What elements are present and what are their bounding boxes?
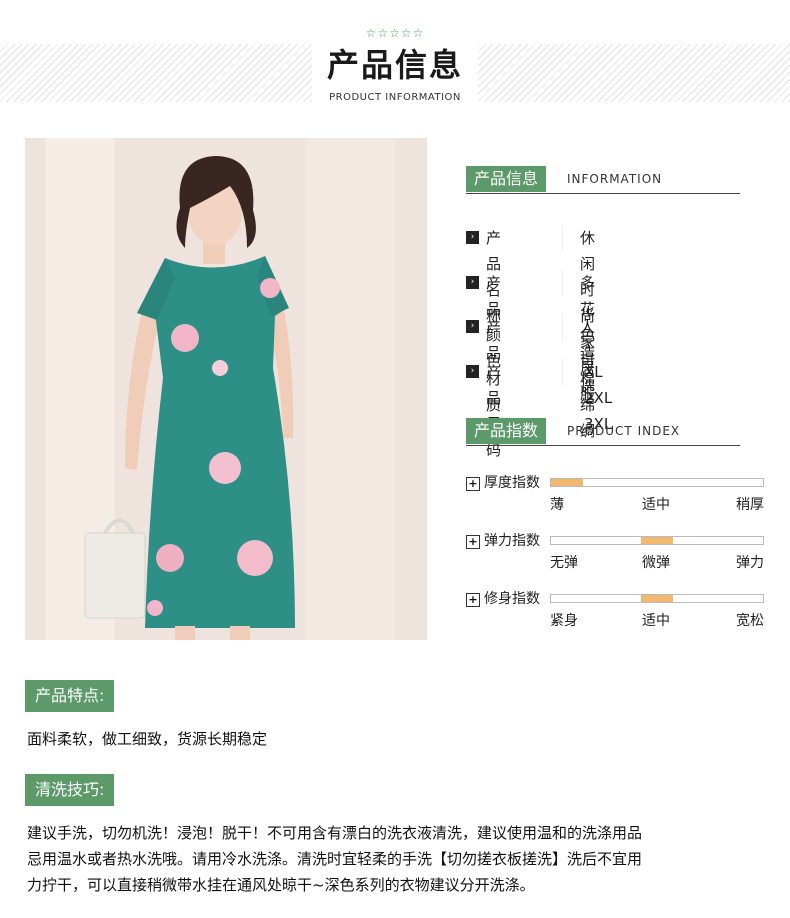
plus-icon: +: [466, 593, 480, 607]
index-tag-en: PRODUCT INDEX: [567, 424, 681, 438]
plus-icon: +: [466, 535, 480, 549]
index-bar: [550, 478, 764, 487]
index-elasticity: + 弹力指数 无弹 微弹 弹力: [466, 532, 766, 576]
index-bar: [550, 594, 764, 603]
index-bar-fill: [641, 595, 673, 602]
index-thickness: + 厚度指数 薄 适中 稍厚: [466, 474, 766, 518]
index-divider: [466, 445, 740, 446]
model-illustration: [25, 138, 427, 640]
washing-line-2: 忌用温水或者热水洗哦。请用冷水洗涤。清洗时宜轻柔的手洗【切勿搓衣板搓洗】洗后不宜…: [27, 850, 643, 868]
arrow-bullet-icon: ›: [466, 231, 479, 244]
index-tag: 产品指数: [466, 418, 547, 444]
info-tag: 产品信息: [466, 166, 547, 192]
stars-decoration: ☆☆☆☆☆: [365, 26, 425, 40]
washing-tag: 清洗技巧:: [25, 774, 115, 806]
washing-line-1: 建议手洗，切勿机洗！浸泡！脱干！不可用含有漂白的洗衣液清洗，建议使用温和的洗涤用…: [27, 824, 643, 842]
washing-line-3: 力拧干，可以直接稍微带水挂在通风处晾干~深色系列的衣物建议分开洗涤。: [27, 876, 535, 894]
header-stripe-left: [0, 44, 312, 102]
info-divider: [466, 193, 740, 194]
header-stripe-right: [478, 44, 790, 102]
features-text: 面料柔软，做工细致，货源长期稳定: [27, 730, 268, 748]
plus-icon: +: [466, 477, 480, 491]
index-fit: + 修身指数 紧身 适中 宽松: [466, 590, 766, 634]
page-title: 产品信息: [326, 46, 463, 84]
index-bar: [550, 536, 764, 545]
arrow-bullet-icon: ›: [466, 320, 479, 333]
arrow-bullet-icon: ›: [466, 365, 479, 378]
page-subtitle: PRODUCT INFORMATION: [329, 92, 461, 103]
index-bar-fill: [551, 479, 583, 486]
arrow-bullet-icon: ›: [466, 276, 479, 289]
product-photo: [25, 138, 427, 640]
info-tag-en: INFORMATION: [567, 172, 663, 186]
index-bar-fill: [641, 537, 673, 544]
features-tag: 产品特点:: [25, 680, 115, 712]
